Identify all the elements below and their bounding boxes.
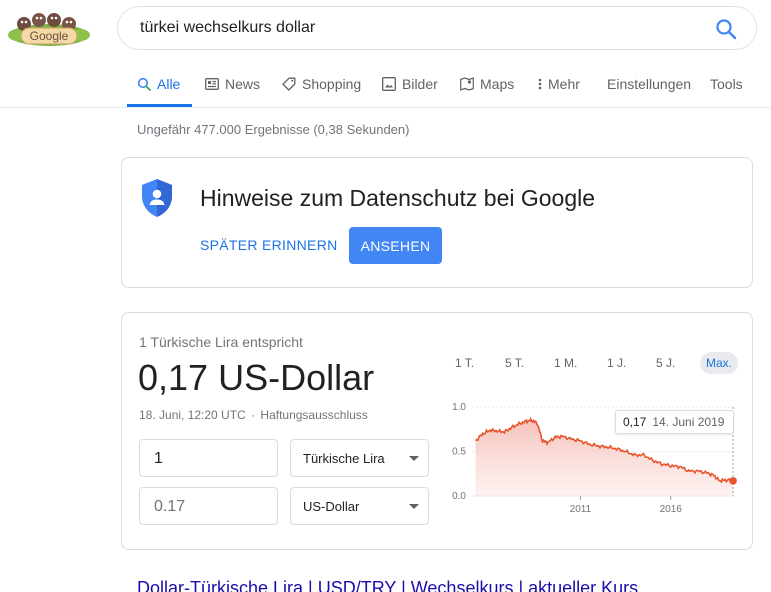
search-icon <box>137 77 151 91</box>
exchange-rate-value: 0,17 US-Dollar <box>138 357 375 398</box>
dropdown-arrow-icon <box>409 456 419 461</box>
amount-from-input[interactable]: 1 <box>139 439 278 477</box>
privacy-notice-card: Hinweise zum Datenschutz bei Google SPÄT… <box>121 157 753 288</box>
equivalent-label: 1 Türkische Lira entspricht <box>139 334 303 350</box>
tab-mehr[interactable]: Mehr <box>538 76 580 92</box>
currency-to-label: US-Dollar <box>303 499 360 514</box>
chart-tooltip: 0,17 14. Juni 2019 <box>615 410 734 434</box>
tab-label: Maps <box>480 76 515 92</box>
range-5-years[interactable]: 5 J. <box>650 352 681 374</box>
currency-from-label: Türkische Lira <box>303 451 385 466</box>
tab-maps[interactable]: Maps <box>460 76 514 92</box>
rate-timestamp: 18. Juni, 12:20 UTC <box>139 408 246 422</box>
view-button[interactable]: ANSEHEN <box>349 227 442 264</box>
search-input[interactable]: türkei wechselkurs dollar <box>140 19 315 37</box>
tag-icon <box>282 77 296 91</box>
y-tick-label: 1.0 <box>452 402 466 413</box>
y-tick-label: 0.0 <box>452 491 466 502</box>
tab-label: Alle <box>157 76 181 92</box>
currency-converter-card: 1 Türkische Lira entspricht 0,17 US-Doll… <box>121 312 753 550</box>
tab-tools[interactable]: Tools <box>710 76 743 92</box>
tab-label: Tools <box>710 76 743 92</box>
tab-label: Shopping <box>302 76 362 92</box>
tab-news[interactable]: News <box>205 76 260 92</box>
shield-account-icon <box>142 179 172 217</box>
result-link[interactable]: Dollar-Türkische Lira | USD/TRY | Wechse… <box>137 578 638 592</box>
svg-text:Google: Google <box>30 29 69 43</box>
range-max[interactable]: Max. <box>700 352 739 374</box>
tab-shopping[interactable]: Shopping <box>282 76 361 92</box>
search-tabs: Alle News Shopping Bilder Maps Mehr Eins… <box>0 60 771 108</box>
tab-einstellungen[interactable]: Einstellungen <box>607 76 691 92</box>
remind-later-button[interactable]: SPÄTER ERINNERN <box>200 237 338 253</box>
active-tab-indicator <box>127 104 192 107</box>
currency-from-select[interactable]: Türkische Lira <box>290 439 429 477</box>
x-tick-label: 2011 <box>570 504 592 515</box>
google-doodle-logo[interactable]: Google <box>4 8 94 48</box>
amount-to-input[interactable]: 0.17 <box>139 487 278 525</box>
dropdown-arrow-icon <box>409 504 419 509</box>
range-1-year[interactable]: 1 J. <box>601 352 632 374</box>
currency-to-select[interactable]: US-Dollar <box>290 487 429 525</box>
tab-label: News <box>225 76 261 92</box>
y-tick-label: 0.5 <box>452 447 466 458</box>
disclaimer-link[interactable]: Haftungsausschluss <box>260 408 367 422</box>
search-box[interactable]: türkei wechselkurs dollar <box>117 6 757 50</box>
range-1-month[interactable]: 1 M. <box>548 352 583 374</box>
tab-alle[interactable]: Alle <box>137 76 180 92</box>
search-icon[interactable] <box>714 17 738 41</box>
tab-label: Einstellungen <box>607 76 692 92</box>
image-icon <box>382 77 396 91</box>
result-stats: Ungefähr 477.000 Ergebnisse (0,38 Sekund… <box>137 122 410 137</box>
news-icon <box>205 78 219 90</box>
more-vert-icon <box>538 78 542 90</box>
tab-bilder[interactable]: Bilder <box>382 76 438 92</box>
rate-meta: 18. Juni, 12:20 UTC · Haftungsausschluss <box>139 408 368 422</box>
x-tick-label: 2016 <box>660 504 683 515</box>
privacy-title: Hinweise zum Datenschutz bei Google <box>200 185 596 211</box>
tooltip-date: 14. Juni 2019 <box>652 415 725 429</box>
range-1-day[interactable]: 1 T. <box>449 352 480 374</box>
range-5-days[interactable]: 5 T. <box>499 352 530 374</box>
tab-label: Mehr <box>548 76 580 92</box>
tab-label: Bilder <box>402 76 438 92</box>
map-icon <box>460 77 474 91</box>
current-point <box>729 477 737 485</box>
tooltip-value: 0,17 <box>623 415 647 429</box>
